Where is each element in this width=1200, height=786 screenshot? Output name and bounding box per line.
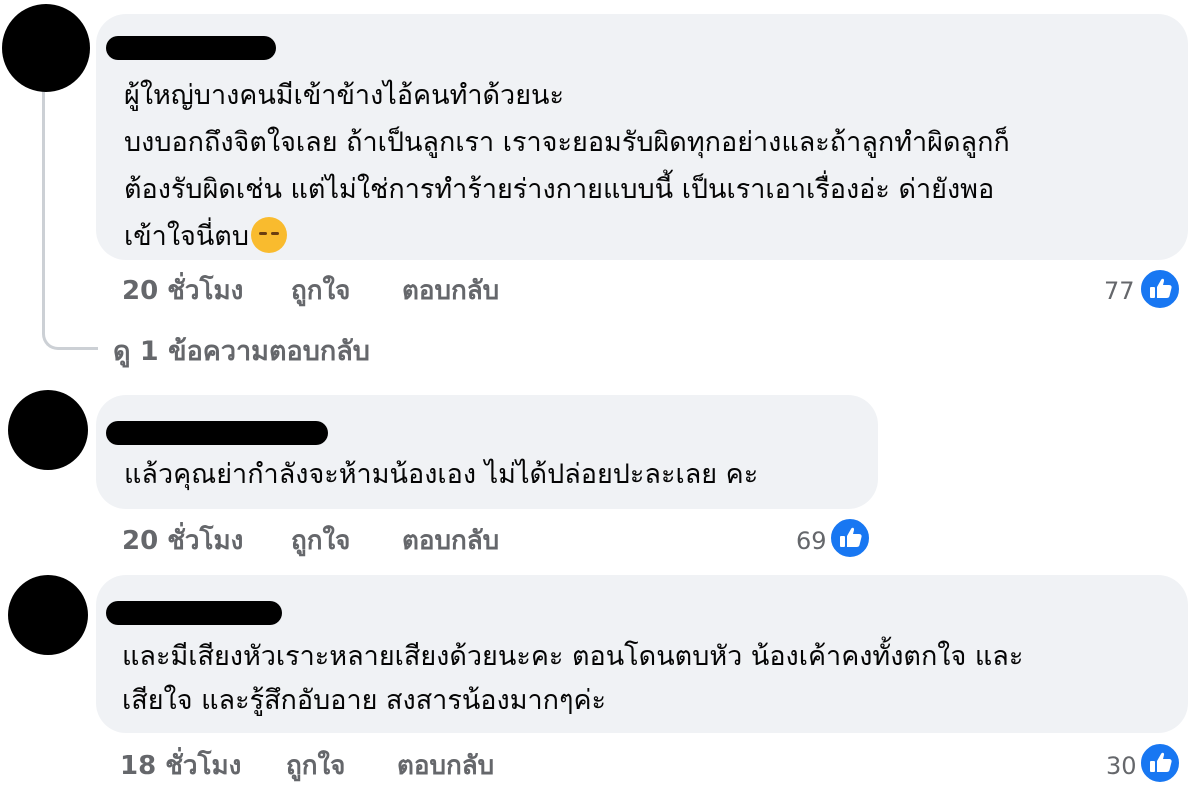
thumbs-up-glyph <box>1150 752 1172 772</box>
comment-text-line-with-emoji: เข้าใจนี่ตบ <box>124 213 287 260</box>
comment-text-line: บงบอกถึงจิตใจเลย ถ้าเป็นลูกเรา เราจะยอมร… <box>124 127 1010 158</box>
thumbs-up-glyph <box>840 527 862 547</box>
avatar[interactable] <box>8 575 88 655</box>
disappointed-face-emoji-icon <box>250 216 287 253</box>
comment-text-line: ต้องรับผิดเช่น แต่ไม่ใช่การทำร้ายร่างกาย… <box>124 174 995 205</box>
thumbs-up-icon[interactable] <box>1139 742 1181 784</box>
redacted-author-name[interactable] <box>106 601 282 625</box>
reaction-count[interactable]: 30 <box>1106 751 1137 781</box>
thumbs-up-glyph <box>1150 278 1172 298</box>
comment-text-line: เสียใจ และรู้สึกอับอาย สงสารน้องมากๆค่ะ <box>122 685 607 716</box>
comment-text-fragment: เข้าใจนี่ตบ <box>124 221 249 252</box>
comment-timestamp[interactable]: 18 ชั่วโมง <box>120 751 241 781</box>
reaction-count[interactable]: 77 <box>1104 276 1135 306</box>
comment-text-line: และมีเสียงหัวเราะหลายเสียงด้วยนะคะ ตอนโด… <box>122 641 1024 672</box>
thumbs-up-icon[interactable] <box>829 517 871 559</box>
comment-timestamp[interactable]: 20 ชั่วโมง <box>122 526 243 556</box>
comment-bubble: แล้วคุณย่ากำลังจะห้ามน้องเอง ไม่ได้ปล่อย… <box>96 395 878 509</box>
reply-link[interactable]: ตอบกลับ <box>397 751 494 781</box>
comment-bubble: ผู้ใหญ่บางคนมีเข้าข้างไอ้คนทำด้วยนะ บงบอ… <box>96 14 1188 260</box>
comment-text-line: แล้วคุณย่ากำลังจะห้ามน้องเอง ไม่ได้ปล่อย… <box>124 459 759 490</box>
comment-bubble: และมีเสียงหัวเราะหลายเสียงด้วยนะคะ ตอนโด… <box>96 575 1188 733</box>
redacted-author-name[interactable] <box>106 36 276 60</box>
like-link[interactable]: ถูกใจ <box>291 526 350 556</box>
reply-link[interactable]: ตอบกลับ <box>402 526 499 556</box>
thumbs-up-icon[interactable] <box>1139 268 1181 310</box>
comment-text-line: ผู้ใหญ่บางคนมีเข้าข้างไอ้คนทำด้วยนะ <box>124 80 565 111</box>
redacted-author-name[interactable] <box>106 421 328 445</box>
like-link[interactable]: ถูกใจ <box>291 276 350 306</box>
reaction-count[interactable]: 69 <box>796 526 827 556</box>
avatar[interactable] <box>8 390 88 470</box>
avatar[interactable] <box>2 4 90 92</box>
reply-link[interactable]: ตอบกลับ <box>402 276 499 306</box>
comment-timestamp[interactable]: 20 ชั่วโมง <box>122 276 243 306</box>
view-replies-link[interactable]: ดู 1 ข้อความตอบกลับ <box>113 337 370 367</box>
thread-connector-line <box>42 88 98 350</box>
like-link[interactable]: ถูกใจ <box>286 751 345 781</box>
